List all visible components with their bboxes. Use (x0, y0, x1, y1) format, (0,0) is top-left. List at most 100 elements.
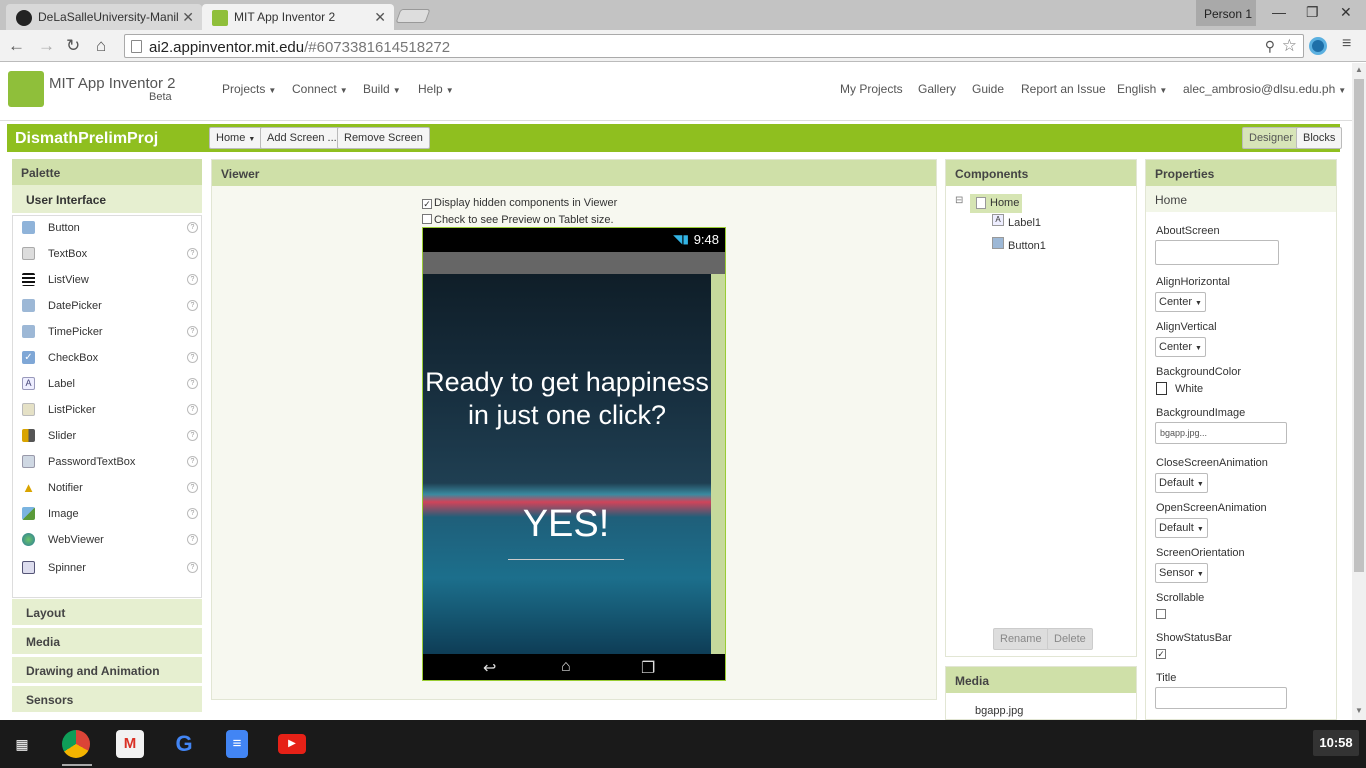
palette-category-layout[interactable]: Layout (12, 598, 202, 625)
close-icon[interactable]: ✕ (374, 9, 386, 26)
palette-item-passwordtextbox[interactable]: PasswordTextBox? (13, 450, 201, 476)
show-status-bar-checkbox[interactable]: ✓ (1156, 649, 1166, 659)
menu-build[interactable]: Build ▼ (363, 82, 401, 96)
minimize-icon[interactable]: — (1272, 4, 1286, 20)
gmail-icon[interactable]: M (116, 730, 144, 758)
android-logo-icon[interactable] (8, 71, 44, 107)
about-screen-textarea[interactable] (1155, 240, 1279, 265)
help-icon[interactable]: ? (187, 378, 198, 389)
search-icon[interactable]: ⚲ (1265, 38, 1275, 55)
palette-item-image[interactable]: Image? (13, 502, 201, 528)
help-icon[interactable]: ? (187, 430, 198, 441)
scroll-down-icon[interactable]: ▼ (1355, 706, 1363, 715)
remove-screen-button[interactable]: Remove Screen (337, 127, 430, 149)
blocks-button[interactable]: Blocks (1296, 127, 1343, 149)
help-icon[interactable]: ? (187, 456, 198, 467)
new-tab-button[interactable] (395, 9, 431, 23)
extension-icon[interactable] (1309, 37, 1327, 55)
close-icon[interactable]: ✕ (182, 9, 194, 26)
link-gallery[interactable]: Gallery (918, 82, 956, 96)
title-field[interactable] (1155, 687, 1287, 709)
palette-item-spinner[interactable]: Spinner? (13, 556, 201, 582)
tablet-preview-checkbox[interactable]: Check to see Preview on Tablet size. (422, 214, 614, 226)
help-icon[interactable]: ? (187, 562, 198, 573)
scroll-thumb[interactable] (1354, 79, 1364, 572)
palette-item-timepicker[interactable]: TimePicker? (13, 320, 201, 346)
docs-icon[interactable]: ≡ (226, 730, 248, 758)
taskbar-clock[interactable]: 10:58 (1313, 730, 1359, 756)
bgcolor-value[interactable]: White (1175, 383, 1203, 395)
link-guide[interactable]: Guide (972, 82, 1004, 96)
palette-category-drawing[interactable]: Drawing and Animation (12, 656, 202, 683)
tab-github[interactable]: DeLaSalleUniversity-Manil ✕ (6, 4, 202, 30)
help-icon[interactable]: ? (187, 404, 198, 415)
forward-icon[interactable]: → (38, 36, 55, 56)
delete-button[interactable]: Delete (1047, 628, 1093, 650)
address-bar[interactable]: ai2.appinventor.mit.edu/#607338161451827… (124, 34, 1304, 58)
palette-item-textbox[interactable]: TextBox? (13, 242, 201, 268)
help-icon[interactable]: ? (187, 352, 198, 363)
tree-node-button1[interactable]: Button1 (1008, 240, 1046, 252)
close-animation-dropdown[interactable]: Default ▼ (1155, 473, 1208, 493)
link-report-issue[interactable]: Report an Issue (1021, 82, 1106, 96)
link-my-projects[interactable]: My Projects (840, 82, 903, 96)
menu-help[interactable]: Help ▼ (418, 82, 454, 96)
tree-node-label1[interactable]: Label1 (1008, 217, 1041, 229)
palette-item-webviewer[interactable]: WebViewer? (13, 528, 201, 554)
help-icon[interactable]: ? (187, 508, 198, 519)
designer-button[interactable]: Designer (1242, 127, 1301, 149)
background-image-field[interactable]: bgapp.jpg... (1155, 422, 1287, 444)
collapse-icon[interactable]: ⊟ (955, 195, 963, 206)
add-screen-button[interactable]: Add Screen ... (260, 127, 344, 149)
scrollable-checkbox[interactable] (1156, 609, 1166, 619)
screen-dropdown[interactable]: Home ▼ (209, 127, 263, 149)
button1-preview[interactable]: YES! (508, 500, 624, 560)
help-icon[interactable]: ? (187, 248, 198, 259)
menu-connect[interactable]: Connect ▼ (292, 82, 348, 96)
profile-button[interactable]: Person 1 (1196, 0, 1256, 26)
scroll-up-icon[interactable]: ▲ (1355, 65, 1363, 74)
menu-language[interactable]: English ▼ (1117, 82, 1167, 96)
page-scrollbar[interactable]: ▲ ▼ (1352, 63, 1366, 720)
palette-item-listview[interactable]: ListView? (13, 268, 201, 294)
palette-category-sensors[interactable]: Sensors (12, 685, 202, 712)
align-horizontal-dropdown[interactable]: Center ▼ (1155, 292, 1206, 312)
reload-icon[interactable]: ↻ (66, 36, 80, 56)
rename-button[interactable]: Rename (993, 628, 1049, 650)
label1-preview[interactable]: Ready to get happiness in just one click… (423, 366, 711, 432)
checkbox-unchecked[interactable] (422, 214, 432, 224)
app-launcher-icon[interactable]: ▦ (8, 730, 36, 758)
palette-item-datepicker[interactable]: DatePicker? (13, 294, 201, 320)
maximize-icon[interactable]: ❐ (1306, 4, 1319, 21)
tree-node-home[interactable]: Home (970, 194, 1022, 213)
home-icon[interactable]: ⌂ (96, 36, 106, 56)
help-icon[interactable]: ? (187, 300, 198, 311)
palette-item-label[interactable]: A Label? (13, 372, 201, 398)
palette-section-user-interface[interactable]: User Interface (12, 185, 202, 213)
align-vertical-dropdown[interactable]: Center ▼ (1155, 337, 1206, 357)
palette-item-checkbox[interactable]: ✓ CheckBox? (13, 346, 201, 372)
palette-item-listpicker[interactable]: ListPicker? (13, 398, 201, 424)
palette-item-slider[interactable]: Slider? (13, 424, 201, 450)
help-icon[interactable]: ? (187, 326, 198, 337)
palette-item-notifier[interactable]: ▲ Notifier? (13, 476, 201, 502)
hidden-components-checkbox[interactable]: ✓ Display hidden components in Viewer (422, 197, 617, 209)
menu-account[interactable]: alec_ambrosio@dlsu.edu.ph ▼ (1183, 82, 1346, 96)
media-file[interactable]: bgapp.jpg (975, 705, 1023, 717)
menu-icon[interactable]: ≡ (1342, 35, 1351, 53)
help-icon[interactable]: ? (187, 482, 198, 493)
help-icon[interactable]: ? (187, 534, 198, 545)
tab-app-inventor[interactable]: MIT App Inventor 2 ✕ (202, 4, 394, 30)
checkbox-checked[interactable]: ✓ (422, 199, 432, 209)
open-animation-dropdown[interactable]: Default ▼ (1155, 518, 1208, 538)
help-icon[interactable]: ? (187, 222, 198, 233)
window-close-icon[interactable]: ✕ (1340, 4, 1352, 21)
chrome-icon[interactable] (62, 730, 90, 758)
google-icon[interactable]: G (170, 730, 198, 758)
palette-item-button[interactable]: Button? (13, 216, 201, 242)
palette-category-media[interactable]: Media (12, 627, 202, 654)
youtube-icon[interactable]: ▶ (278, 734, 306, 754)
back-icon[interactable]: ← (8, 36, 25, 56)
star-icon[interactable]: ☆ (1282, 36, 1297, 56)
menu-projects[interactable]: Projects ▼ (222, 82, 276, 96)
